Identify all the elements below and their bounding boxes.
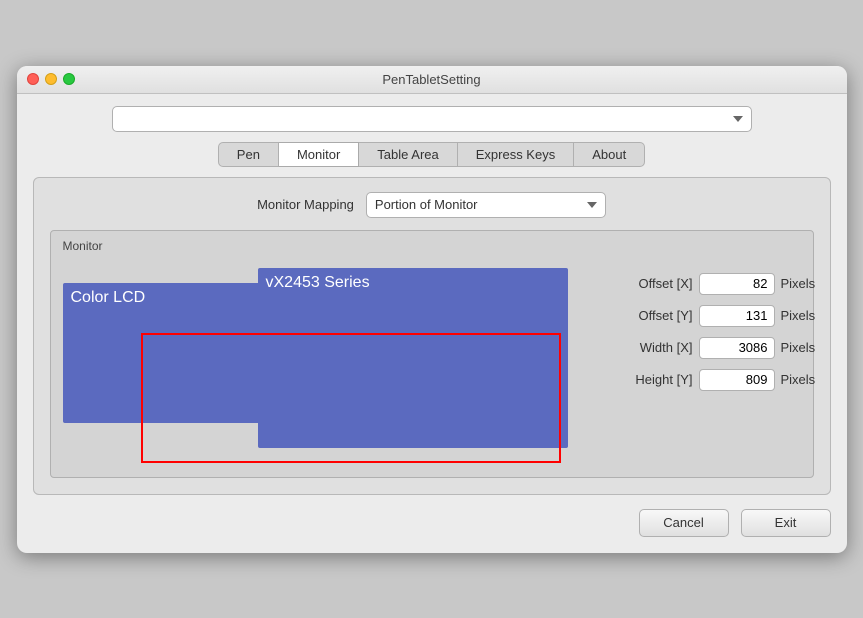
- minimize-button[interactable]: [45, 73, 57, 85]
- close-button[interactable]: [27, 73, 39, 85]
- height-y-unit: Pixels: [781, 372, 816, 387]
- width-x-label: Width [X]: [613, 340, 693, 355]
- monitor-section-label: Monitor: [63, 239, 801, 253]
- content-panel: Monitor Mapping Portion of Monitor Full …: [33, 177, 831, 495]
- traffic-lights: [27, 73, 75, 85]
- cancel-button[interactable]: Cancel: [639, 509, 729, 537]
- offset-fields: Offset [X] Pixels Offset [Y] Pixels Widt…: [613, 263, 816, 391]
- offset-x-input[interactable]: [699, 273, 775, 295]
- offset-x-unit: Pixels: [781, 276, 816, 291]
- monitor-mapping-select[interactable]: Portion of Monitor Full Single Monitor: [366, 192, 606, 218]
- maximize-button[interactable]: [63, 73, 75, 85]
- exit-button[interactable]: Exit: [741, 509, 831, 537]
- tab-bar: Pen Monitor Table Area Express Keys Abou…: [33, 142, 831, 167]
- window-body: Pen Monitor Table Area Express Keys Abou…: [17, 94, 847, 553]
- display-2-label: vX2453 Series: [266, 274, 370, 292]
- tab-pen[interactable]: Pen: [218, 142, 279, 167]
- tab-monitor[interactable]: Monitor: [279, 142, 359, 167]
- tab-express-keys[interactable]: Express Keys: [458, 142, 574, 167]
- offset-x-label: Offset [X]: [613, 276, 693, 291]
- main-window: PenTabletSetting Pen Monitor Table Area …: [17, 66, 847, 553]
- width-x-unit: Pixels: [781, 340, 816, 355]
- offset-y-unit: Pixels: [781, 308, 816, 323]
- window-title: PenTabletSetting: [382, 72, 480, 87]
- width-x-input[interactable]: [699, 337, 775, 359]
- title-bar: PenTabletSetting: [17, 66, 847, 94]
- height-y-input[interactable]: [699, 369, 775, 391]
- device-select[interactable]: [112, 106, 752, 132]
- height-y-row: Height [Y] Pixels: [613, 369, 816, 391]
- monitor-section: Monitor Color LCD vX2453 Series: [50, 230, 814, 478]
- display-1: Color LCD: [63, 283, 273, 423]
- tab-about[interactable]: About: [574, 142, 645, 167]
- height-y-label: Height [Y]: [613, 372, 693, 387]
- offset-y-row: Offset [Y] Pixels: [613, 305, 816, 327]
- offset-y-label: Offset [Y]: [613, 308, 693, 323]
- monitor-mapping-label: Monitor Mapping: [257, 197, 354, 212]
- monitor-canvas: Color LCD vX2453 Series: [63, 263, 593, 463]
- display-2: vX2453 Series: [258, 268, 568, 448]
- monitor-content: Color LCD vX2453 Series Offset: [63, 263, 801, 463]
- width-x-row: Width [X] Pixels: [613, 337, 816, 359]
- monitor-mapping-row: Monitor Mapping Portion of Monitor Full …: [50, 192, 814, 218]
- tab-table-area[interactable]: Table Area: [359, 142, 457, 167]
- button-row: Cancel Exit: [33, 505, 831, 537]
- offset-y-input[interactable]: [699, 305, 775, 327]
- device-dropdown-row: [33, 106, 831, 132]
- offset-x-row: Offset [X] Pixels: [613, 273, 816, 295]
- display-1-label: Color LCD: [71, 289, 146, 307]
